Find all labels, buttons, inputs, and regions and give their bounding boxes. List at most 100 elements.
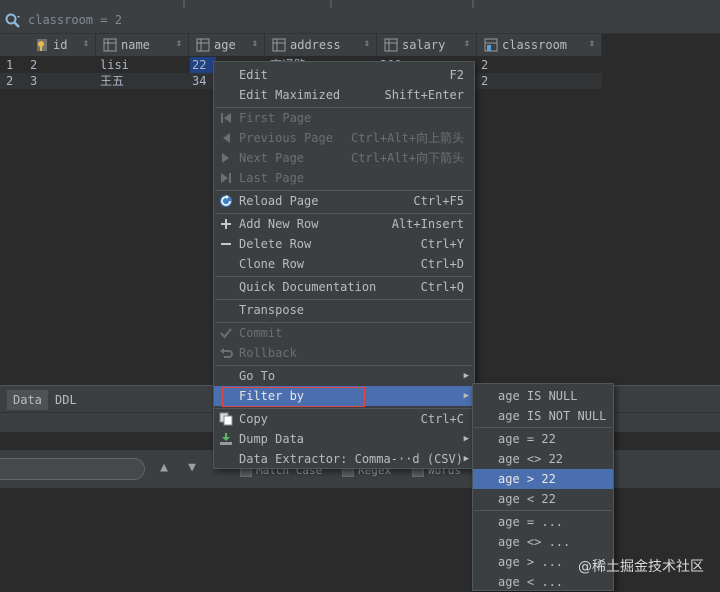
menu-shortcut: Ctrl+Y — [420, 237, 464, 251]
next-page-icon — [222, 153, 229, 163]
tab-data[interactable]: Data — [7, 390, 48, 410]
menu-item-filter-by[interactable]: Filter by ▶ — [214, 386, 474, 407]
menu-label: Reload Page — [239, 194, 319, 208]
menu-item-quick-documentation[interactable]: Quick Documentation Ctrl+Q — [214, 277, 474, 297]
menu-item-commit[interactable]: Commit — [214, 323, 474, 343]
filter-option-label: age = 22 — [498, 432, 556, 446]
search-filter-icon[interactable] — [4, 12, 22, 30]
sort-icon[interactable]: ⇕ — [176, 38, 182, 49]
sort-icon[interactable]: ⇕ — [252, 38, 258, 49]
key-column-icon — [37, 39, 47, 51]
menu-label: Copy — [239, 412, 268, 426]
reload-icon — [220, 195, 232, 207]
tab-ddl[interactable]: DDL — [49, 390, 83, 410]
menu-label: Go To — [239, 369, 276, 383]
grid-header: id ⇕ name ⇕ age ⇕ address ⇕ salary ⇕ cla… — [0, 34, 602, 57]
table-column-icon — [272, 38, 286, 52]
toolbar-separator — [472, 0, 474, 8]
menu-item-copy[interactable]: Copy Ctrl+C — [214, 409, 474, 429]
menu-item-first-page[interactable]: First Page — [214, 108, 474, 128]
menu-label: Last Page — [239, 171, 305, 185]
filter-option-selected[interactable]: age > 22 — [473, 469, 613, 489]
filter-option-label: age IS NOT NULL — [498, 409, 607, 423]
menu-shortcut: Ctrl+C — [420, 412, 464, 426]
menu-label: Edit — [239, 68, 268, 82]
cell-name[interactable]: 王五 — [100, 73, 124, 89]
menu-item-clone-row[interactable]: Clone Row Ctrl+D — [214, 254, 474, 274]
submenu-arrow-icon: ▶ — [463, 371, 469, 381]
cell-classroom[interactable]: 2 — [481, 73, 488, 89]
sort-icon[interactable]: ⇕ — [464, 38, 470, 49]
menu-label: Dump Data — [239, 432, 305, 446]
table-column-icon — [384, 38, 398, 52]
menu-item-next-page[interactable]: Next Page Ctrl+Alt+向下箭头 — [214, 148, 474, 168]
sort-icon[interactable]: ⇕ — [83, 38, 89, 49]
menu-shortcut: Ctrl+D — [420, 257, 464, 271]
menu-label: Next Page — [239, 151, 305, 165]
menu-item-add-new-row[interactable]: Add New Row Alt+Insert — [214, 214, 474, 234]
sort-icon[interactable]: ⇕ — [364, 38, 370, 49]
menu-item-previous-page[interactable]: Previous Page Ctrl+Alt+向上箭头 — [214, 128, 474, 148]
menu-item-delete-row[interactable]: Delete Row Ctrl+Y — [214, 234, 474, 254]
column-header-classroom[interactable]: classroom ⇕ — [477, 34, 602, 56]
menu-item-dump-data[interactable]: Dump Data ▶ — [214, 429, 474, 449]
column-label: classroom — [502, 38, 568, 52]
column-header-address[interactable]: address ⇕ — [265, 34, 377, 56]
dump-icon — [220, 433, 232, 445]
submenu-arrow-icon: ▶ — [463, 454, 469, 464]
menu-label: Commit — [239, 326, 283, 340]
menu-shortcut: F2 — [449, 68, 464, 82]
search-input[interactable] — [0, 458, 145, 480]
cell-name[interactable]: lisi — [100, 57, 129, 73]
column-header-age[interactable]: age ⇕ — [189, 34, 265, 56]
menu-label: Previous Page — [239, 131, 333, 145]
cell-age[interactable]: 34 — [192, 73, 206, 89]
index-column-icon — [484, 38, 498, 52]
menu-shortcut: Alt+Insert — [391, 217, 464, 231]
menu-label: Delete Row — [239, 237, 312, 251]
column-header-salary[interactable]: salary ⇕ — [377, 34, 477, 56]
menu-item-rollback[interactable]: Rollback — [214, 343, 474, 363]
column-header-name[interactable]: name ⇕ — [96, 34, 189, 56]
menu-item-transpose[interactable]: Transpose — [214, 300, 474, 320]
menu-item-data-extractor[interactable]: Data Extractor: Comma-··d (CSV) ▶ — [214, 449, 474, 469]
column-header-id[interactable]: id ⇕ — [28, 34, 96, 56]
filter-option-label: age = ... — [498, 515, 564, 529]
filter-option-label: age > 22 — [498, 472, 556, 486]
menu-label: Clone Row — [239, 257, 305, 271]
sort-icon[interactable]: ⇕ — [589, 38, 595, 49]
menu-item-last-page[interactable]: Last Page — [214, 168, 474, 188]
filter-option-label: age > ... — [498, 555, 564, 569]
filter-input[interactable]: classroom = 2 — [28, 13, 122, 27]
filter-option[interactable]: age IS NOT NULL — [473, 406, 613, 426]
context-menu: Edit F2 Edit Maximized Shift+Enter First… — [213, 61, 475, 469]
filter-option[interactable]: age = ... — [473, 512, 613, 532]
arrow-up-icon[interactable]: ▲ — [156, 460, 172, 476]
cell-classroom[interactable]: 2 — [481, 57, 488, 73]
filter-option[interactable]: age < 22 — [473, 489, 613, 509]
cell-id[interactable]: 3 — [30, 73, 37, 89]
cell-id[interactable]: 2 — [30, 57, 37, 73]
copy-icon — [219, 412, 233, 426]
arrow-down-icon[interactable]: ▼ — [184, 460, 200, 476]
menu-separator — [474, 510, 612, 511]
column-label: id — [53, 38, 68, 52]
column-label: name — [121, 38, 150, 52]
menu-separator — [474, 427, 612, 428]
menu-item-go-to[interactable]: Go To ▶ — [214, 366, 474, 386]
menu-label: Quick Documentation — [239, 280, 377, 294]
filter-option[interactable]: age <> ... — [473, 532, 613, 552]
menu-label: Add New Row — [239, 217, 319, 231]
filter-option[interactable]: age = 22 — [473, 429, 613, 449]
menu-item-reload-page[interactable]: Reload Page Ctrl+F5 — [214, 191, 474, 211]
submenu-arrow-icon: ▶ — [463, 434, 469, 444]
minus-icon — [221, 243, 231, 245]
filter-option[interactable]: age IS NULL — [473, 386, 613, 406]
previous-page-icon — [223, 133, 230, 143]
filter-bar[interactable]: classroom = 2 — [0, 9, 720, 34]
table-column-icon — [196, 38, 210, 52]
menu-item-edit-maximized[interactable]: Edit Maximized Shift+Enter — [214, 85, 474, 105]
menu-item-edit[interactable]: Edit F2 — [214, 65, 474, 85]
plus-icon — [221, 219, 231, 229]
filter-option[interactable]: age <> 22 — [473, 449, 613, 469]
